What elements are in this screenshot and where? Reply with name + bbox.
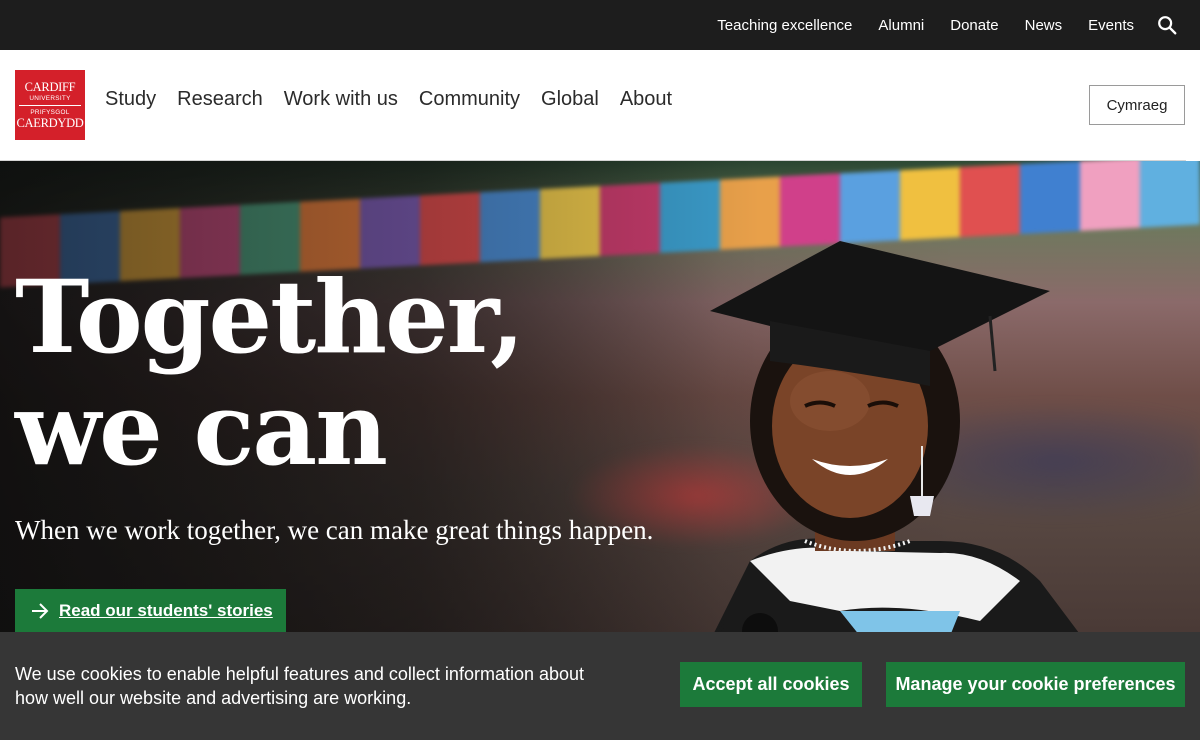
search-icon[interactable] [1156,14,1178,36]
nav-item-research[interactable]: Research [177,88,263,111]
nav-item-global[interactable]: Global [541,88,599,111]
utility-link-events[interactable]: Events [1088,17,1134,34]
hero-title-line-2: we can [15,370,388,488]
hero-subtitle: When we work together, we can make great… [15,515,654,545]
utility-bar: Teaching excellence Alumni Donate News E… [0,0,1200,50]
student-stories-button[interactable]: Read our students' stories [15,589,286,632]
nav-item-study[interactable]: Study [105,88,156,111]
hero-title-line-1: Together, [15,258,525,376]
logo-line-4: CAERDYDD [16,115,84,130]
university-logo[interactable]: CARDIFF UNIVERSITY PRIFYSGOL CAERDYDD [15,70,85,140]
student-stories-label: Read our students' stories [59,600,273,620]
main-header: CARDIFF UNIVERSITY PRIFYSGOL CAERDYDD St… [0,50,1200,161]
main-nav: Study Research Work with us Community Gl… [105,88,672,111]
manage-cookies-button[interactable]: Manage your cookie preferences [886,662,1185,707]
utility-link-alumni[interactable]: Alumni [878,17,924,34]
logo-divider [19,104,81,106]
accept-cookies-button[interactable]: Accept all cookies [680,662,862,707]
hero-banner: Together, we can When we work together, … [0,161,1200,632]
nav-item-about[interactable]: About [620,88,672,111]
logo-line-2: UNIVERSITY [29,94,71,102]
cookie-message: We use cookies to enable helpful feature… [15,664,585,708]
cookie-banner: We use cookies to enable helpful feature… [0,632,1200,740]
utility-link-donate[interactable]: Donate [950,17,998,34]
logo-line-1: CARDIFF [24,79,76,94]
arrow-right-icon [32,602,49,619]
nav-item-work-with-us[interactable]: Work with us [284,88,398,111]
utility-link-teaching-excellence[interactable]: Teaching excellence [717,17,852,34]
nav-item-community[interactable]: Community [419,88,520,111]
language-toggle-button[interactable]: Cymraeg [1089,85,1185,125]
hero-title: Together, we can [15,258,525,488]
utility-link-news[interactable]: News [1025,17,1063,34]
utility-nav: Teaching excellence Alumni Donate News E… [717,0,1134,50]
